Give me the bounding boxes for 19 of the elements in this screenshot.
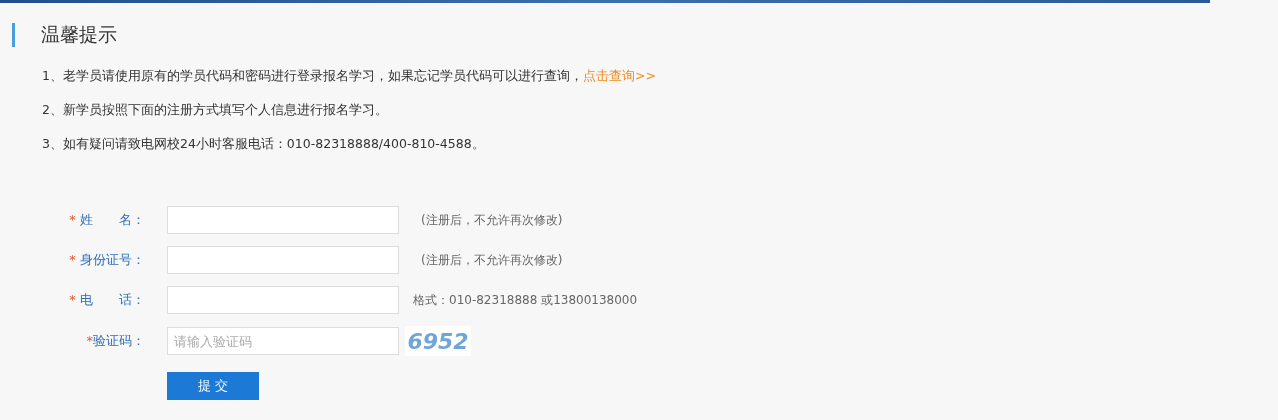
- field-label: * 姓 名：: [68, 211, 145, 229]
- query-link[interactable]: 点击查询>>: [582, 68, 656, 83]
- input-field[interactable]: 请输入验证码: [167, 327, 399, 355]
- field-label: *验证码：: [85, 332, 145, 350]
- field-label: * 电 话：: [68, 291, 145, 309]
- field-hint: (注册后，不允许再次修改): [421, 251, 563, 269]
- field-hint: (注册后，不允许再次修改): [421, 211, 563, 229]
- input-field[interactable]: [167, 286, 399, 314]
- title-accent-bar: [12, 23, 15, 47]
- notice-line: 2、新学员按照下面的注册方式填写个人信息进行报名学习。: [42, 101, 389, 119]
- submit-button[interactable]: 提 交: [167, 372, 259, 400]
- notice-line: 3、如有疑问请致电网校24小时客服电话：010-82318888/400-810-4588。: [42, 135, 486, 153]
- input-field[interactable]: [167, 206, 399, 234]
- input-field[interactable]: [167, 246, 399, 274]
- field-hint: 格式：010-82318888 或13800138000: [413, 291, 638, 309]
- captcha-image[interactable]: 6952: [405, 326, 471, 356]
- field-label: * 身份证号：: [68, 251, 145, 269]
- notice-title: 温馨提示: [41, 22, 117, 47]
- notice-line: 1、老学员请使用原有的学员代码和密码进行登录报名学习，如果忘记学员代码可以进行查询，点击查询>>: [42, 67, 657, 85]
